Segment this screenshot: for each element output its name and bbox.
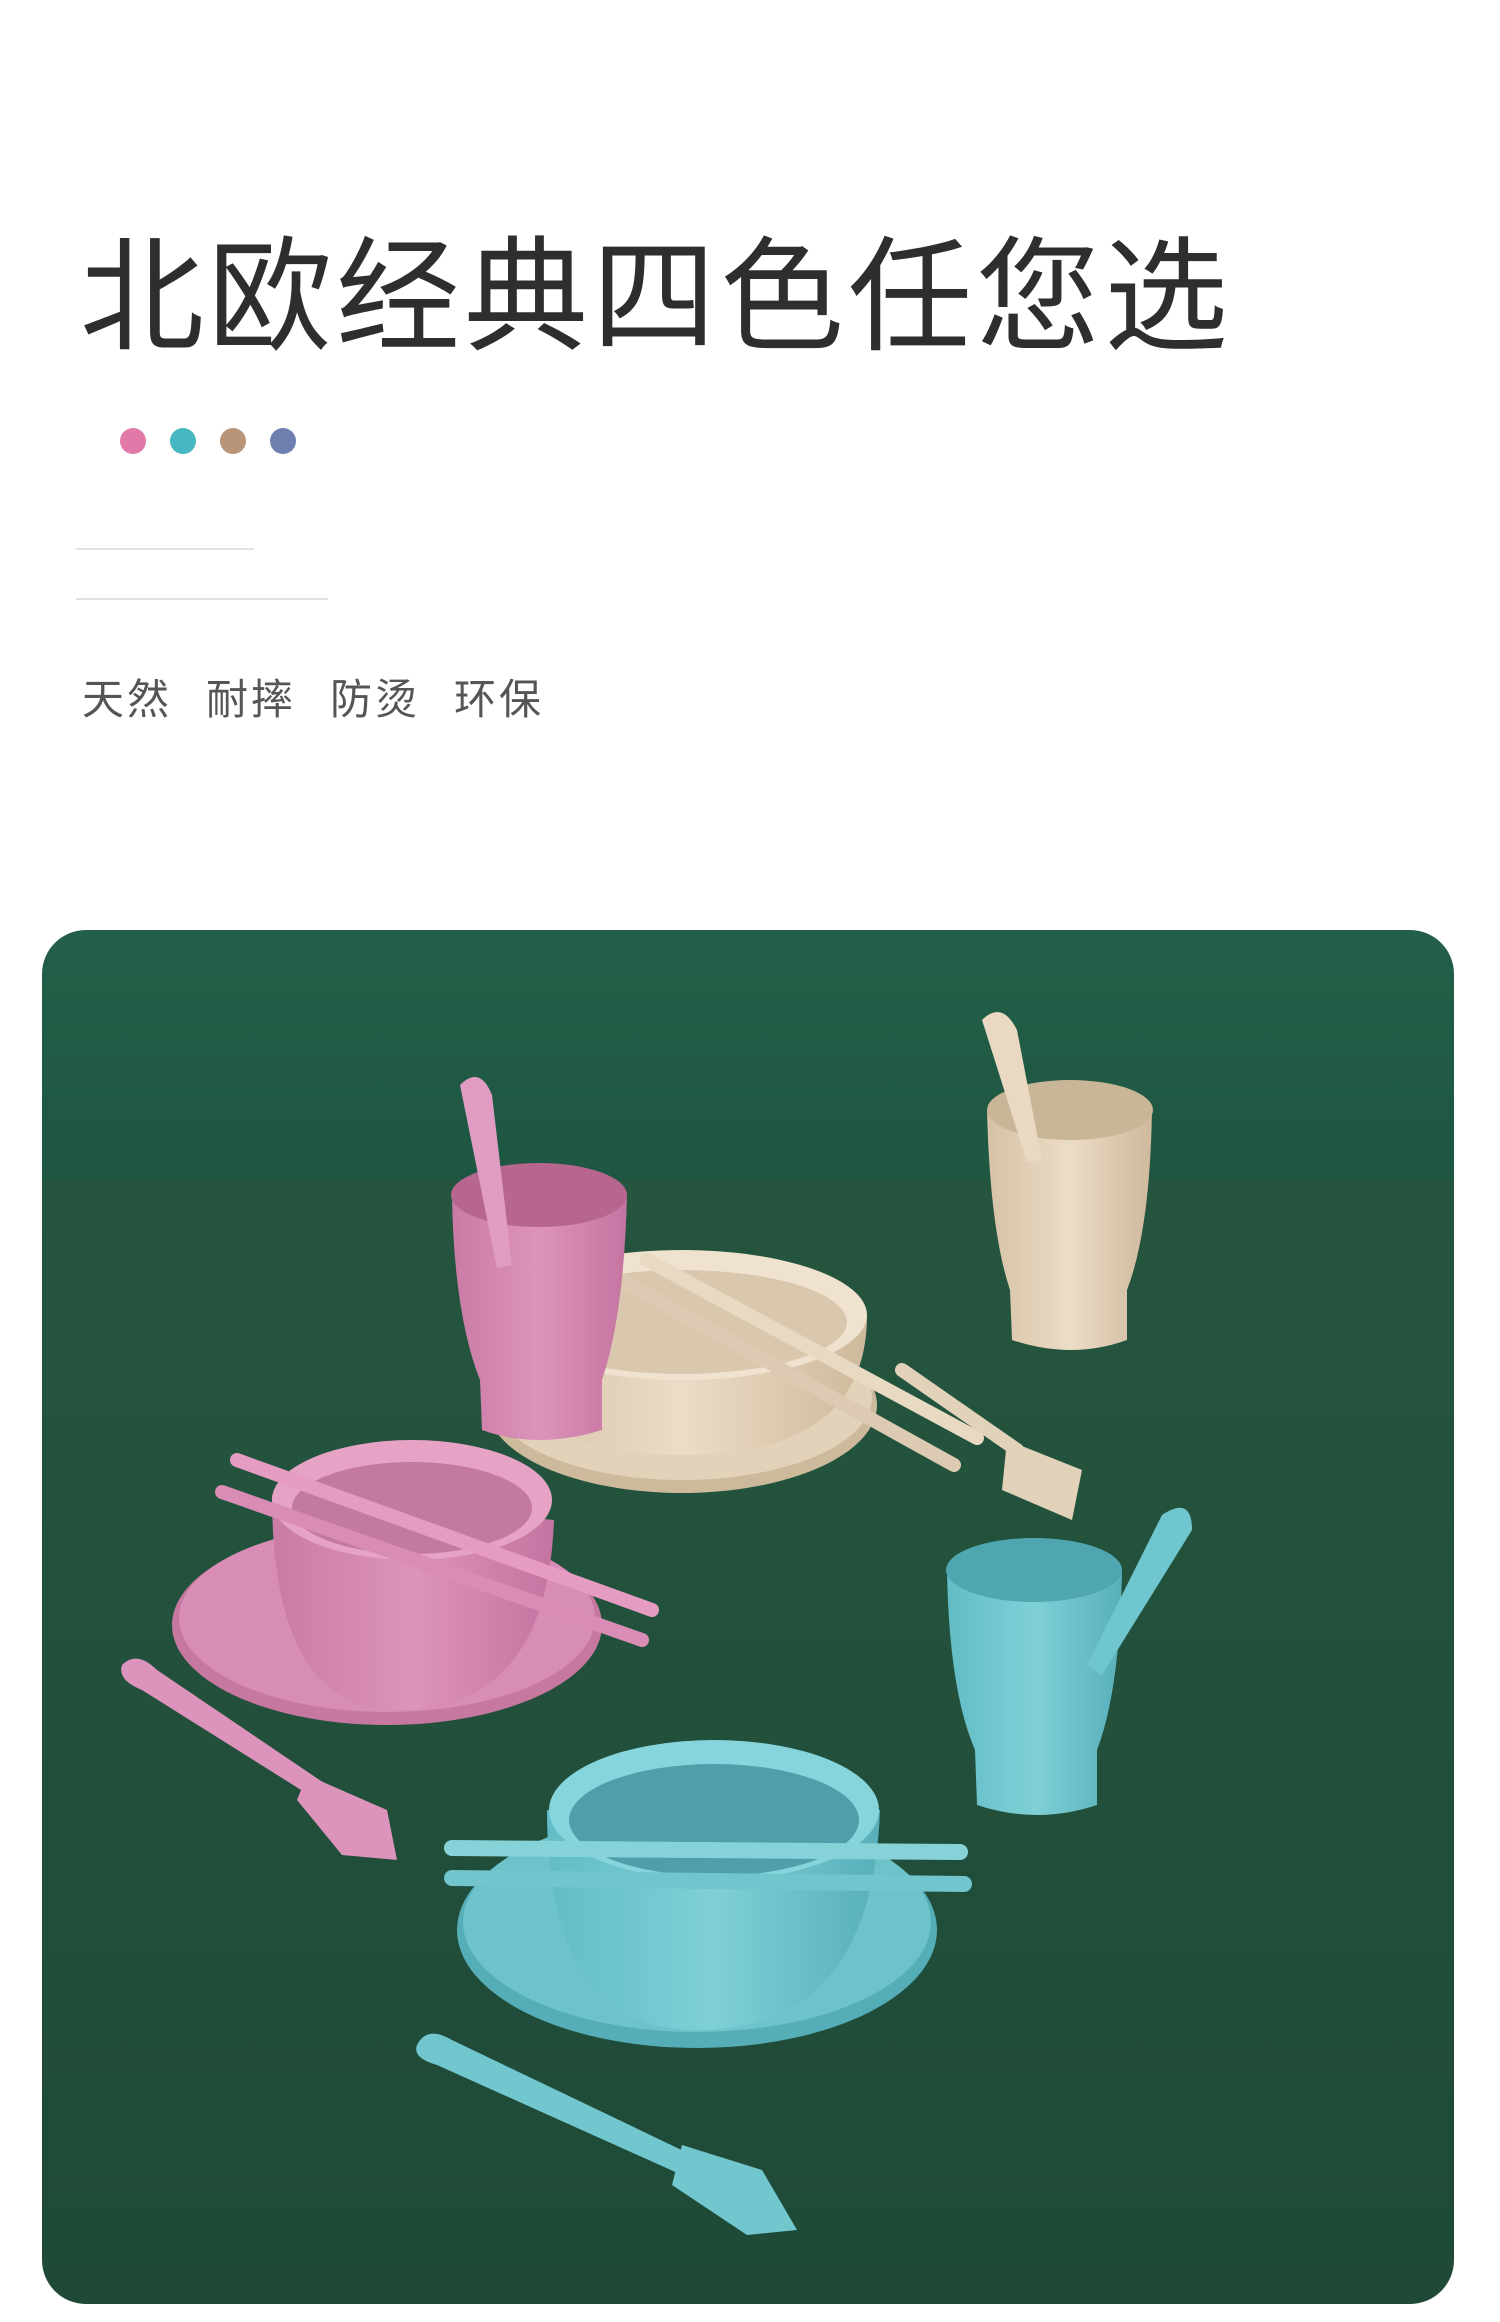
tableware-illustration bbox=[42, 930, 1454, 2304]
feature-eco-friendly: 环保 bbox=[454, 675, 545, 724]
divider-short bbox=[76, 548, 254, 550]
page-title: 北欧经典四色任您选 bbox=[80, 226, 1233, 370]
color-dot-teal[interactable] bbox=[170, 428, 196, 454]
feature-heat-proof: 防烫 bbox=[330, 675, 421, 724]
product-photo bbox=[42, 930, 1454, 2304]
photo-wall bbox=[42, 930, 1454, 1190]
divider-long bbox=[76, 598, 328, 600]
feature-drop-resistant: 耐摔 bbox=[206, 675, 297, 724]
feature-list: 天然 耐摔 防烫 环保 bbox=[82, 672, 544, 728]
color-dot-pink[interactable] bbox=[120, 428, 146, 454]
color-dot-wheat[interactable] bbox=[220, 428, 246, 454]
feature-natural: 天然 bbox=[82, 675, 173, 724]
color-options bbox=[120, 428, 296, 454]
color-dot-blue[interactable] bbox=[270, 428, 296, 454]
